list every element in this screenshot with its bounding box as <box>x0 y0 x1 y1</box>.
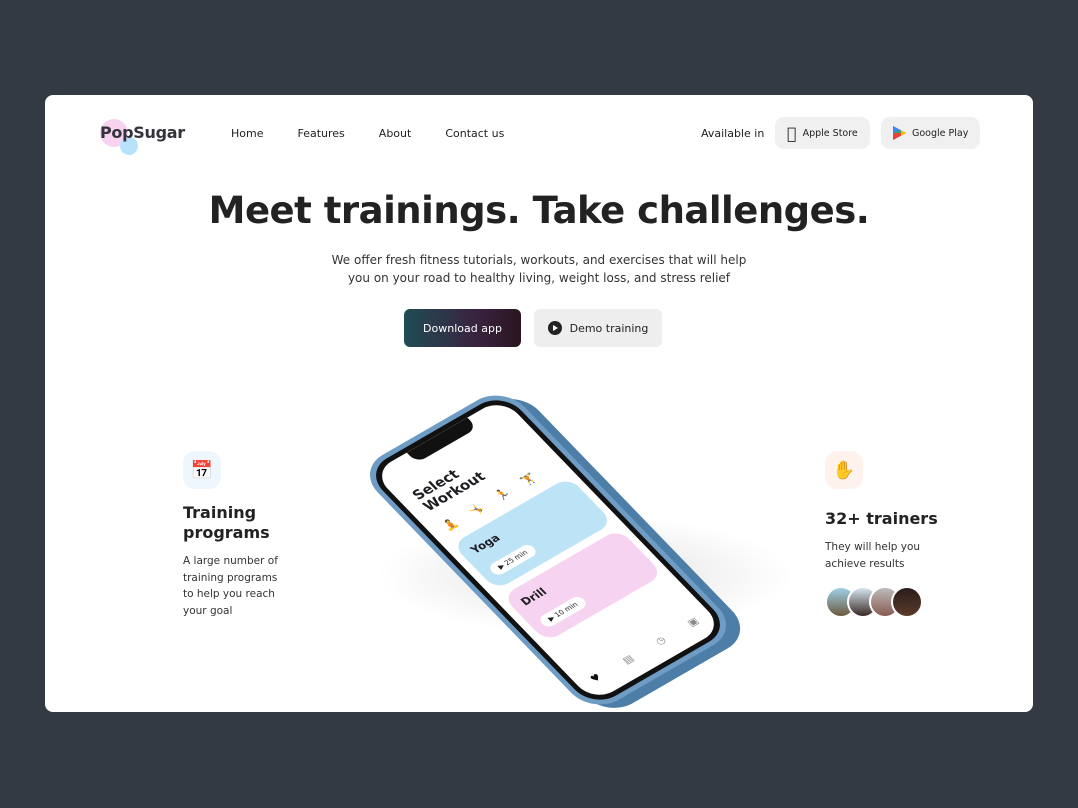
feature-text: A large number of training programs to hel… <box>183 555 278 617</box>
avatar[interactable] <box>891 586 923 618</box>
profile-icon[interactable]: ▣ <box>686 616 702 629</box>
landing-page: PopSugar Home Features About Contact us … <box>45 95 1033 712</box>
exercise-icon: 🤸 <box>466 501 488 519</box>
feature-text: They will help you achieve results <box>825 541 921 570</box>
feature-trainers: ✋ 32+ trainers They will help you achieve… <box>825 451 938 618</box>
subtitle-line: We offer fresh fitness tutorials, workou… <box>331 253 747 267</box>
trainer-avatars <box>825 586 938 618</box>
hero-title: Meet trainings. Take challenges. <box>208 189 870 232</box>
google-play-icon <box>893 126 906 140</box>
phone-tab-bar: ♥ ▤ ◷ ▣ <box>576 609 714 692</box>
nav-home[interactable]: Home <box>231 127 263 140</box>
timer-icon[interactable]: ◷ <box>653 635 668 648</box>
nav-contact[interactable]: Contact us <box>445 127 504 140</box>
feature-training-programs: 📅 Training programs A large number of trai… <box>183 451 278 619</box>
calendar-dumbbell-icon: 📅 <box>183 451 221 489</box>
apple-icon:  <box>787 124 797 143</box>
google-play-label: Google Play <box>912 127 969 139</box>
feature-title: Training programs <box>183 503 270 542</box>
main-nav: Home Features About Contact us <box>231 127 504 140</box>
demo-label: Demo training <box>569 321 649 335</box>
calendar-icon[interactable]: ▤ <box>621 653 637 666</box>
exercise-icon: 🏋 <box>517 471 540 489</box>
hand-dumbbell-icon: ✋ <box>825 451 863 489</box>
play-icon <box>547 321 562 335</box>
google-play-button[interactable]: Google Play <box>881 117 981 149</box>
logo[interactable]: PopSugar <box>100 119 190 155</box>
phone-notch <box>406 417 478 463</box>
subtitle-line: you on your road to healthy living, weig… <box>347 271 731 285</box>
nav-about[interactable]: About <box>379 127 412 140</box>
nav-features[interactable]: Features <box>297 127 344 140</box>
heart-icon[interactable]: ♥ <box>588 672 604 685</box>
download-app-button[interactable]: Download app <box>404 309 521 347</box>
demo-training-button[interactable]: Demo training <box>534 309 662 347</box>
exercise-icon: 🏃 <box>492 486 514 504</box>
download-label: Download app <box>423 321 502 335</box>
available-in-label: Available in <box>701 127 765 140</box>
hero-subtitle: We offer fresh fitness tutorials, workou… <box>45 251 1033 287</box>
brand-name: PopSugar <box>100 123 185 142</box>
duration-pill: ▶ 10 min <box>537 594 589 629</box>
exercise-icon: 🧘 <box>440 516 462 534</box>
apple-store-label: Apple Store <box>793 127 858 139</box>
duration-pill: ▶ 25 min <box>487 542 539 578</box>
apple-store-button[interactable]:  Apple Store <box>775 117 870 149</box>
feature-title: 32+ trainers <box>825 509 938 528</box>
